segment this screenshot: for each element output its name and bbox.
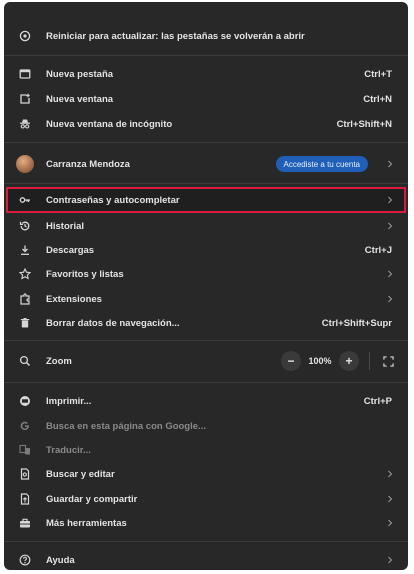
update-item[interactable]: Reiniciar para actualizar: las pestañas … [4,24,408,48]
passwords-item[interactable]: Contraseñas y autocompletar [4,188,408,212]
clear-data-item[interactable]: Borrar datos de navegación... Ctrl+Shift… [4,311,408,335]
update-label: Reiniciar para actualizar: las pestañas … [46,30,305,42]
chevron-right-icon [386,294,394,304]
bookmarks-label: Favoritos y listas [46,268,124,280]
help-label: Ayuda [46,554,75,566]
divider [4,382,408,383]
profile-name: Carranza Mendoza [46,158,130,170]
chevron-right-icon [386,269,394,279]
profile-item[interactable]: Carranza Mendoza Accediste a tu cuenta [4,151,408,177]
incognito-shortcut: Ctrl+Shift+N [336,118,392,130]
search-page-item[interactable]: Busca en esta página con Google... [4,414,408,438]
divider [4,142,408,143]
toolbox-icon [18,516,32,530]
save-share-label: Guardar y compartir [46,493,138,505]
save-share-item[interactable]: Guardar y compartir [4,487,408,511]
new-window-shortcut: Ctrl+N [363,93,392,105]
clear-data-shortcut: Ctrl+Shift+Supr [321,317,392,329]
extensions-item[interactable]: Extensiones [4,287,408,311]
divider [4,183,408,184]
downloads-shortcut: Ctrl+J [364,244,392,256]
downloads-item[interactable]: Descargas Ctrl+J [4,238,408,262]
zoom-icon [18,354,32,368]
restart-icon [18,29,32,43]
chevron-right-icon [386,195,394,205]
chevron-right-icon [386,159,394,169]
divider [4,340,408,341]
extension-icon [18,292,32,306]
new-window-label: Nueva ventana [46,93,114,105]
download-icon [18,243,32,257]
new-tab-shortcut: Ctrl+T [364,68,392,80]
zoom-level: 100% [308,356,332,366]
more-tools-item[interactable]: Más herramientas [4,511,408,535]
print-icon [18,394,32,408]
help-icon [18,553,32,567]
new-tab-label: Nueva pestaña [46,68,114,80]
translate-label: Traducir... [46,444,91,456]
signed-in-badge: Accediste a tu cuenta [275,156,368,172]
bookmarks-item[interactable]: Favoritos y listas [4,262,408,286]
zoom-in-button[interactable]: + [339,351,359,371]
chevron-right-icon [386,221,394,231]
star-icon [18,267,32,281]
chrome-main-menu: Reiniciar para actualizar: las pestañas … [4,2,408,570]
zoom-item: Zoom − 100% + [4,347,408,375]
avatar [16,155,34,173]
chevron-right-icon [386,555,394,565]
translate-icon [18,443,32,457]
more-tools-label: Más herramientas [46,517,127,529]
translate-item[interactable]: Traducir... [4,438,408,462]
divider [4,55,408,56]
chevron-right-icon [386,518,394,528]
google-icon [18,419,32,433]
new-window-icon [18,92,32,106]
history-item[interactable]: Historial [4,214,408,238]
search-page-label: Busca en esta página con Google... [46,420,206,432]
key-icon [18,193,32,207]
divider [369,352,370,370]
passwords-label: Contraseñas y autocompletar [46,194,180,206]
new-tab-item[interactable]: Nueva pestaña Ctrl+T [4,62,408,86]
help-item[interactable]: Ayuda [4,548,408,570]
zoom-out-button[interactable]: − [281,351,301,371]
zoom-controls: − 100% + [281,351,396,371]
zoom-label: Zoom [46,355,72,367]
print-label: Imprimir... [46,395,92,407]
find-edit-label: Buscar y editar [46,468,115,480]
extensions-label: Extensiones [46,293,102,305]
new-window-item[interactable]: Nueva ventana Ctrl+N [4,87,408,111]
incognito-item[interactable]: Nueva ventana de incógnito Ctrl+Shift+N [4,112,408,136]
chevron-right-icon [386,469,394,479]
incognito-label: Nueva ventana de incógnito [46,118,173,130]
history-icon [18,219,32,233]
find-icon [18,467,32,481]
print-shortcut: Ctrl+P [363,395,392,407]
history-label: Historial [46,220,85,232]
print-item[interactable]: Imprimir... Ctrl+P [4,389,408,413]
downloads-label: Descargas [46,244,95,256]
fullscreen-icon[interactable] [380,353,396,369]
save-share-icon [18,492,32,506]
find-edit-item[interactable]: Buscar y editar [4,462,408,486]
divider [4,541,408,542]
trash-icon [18,316,32,330]
incognito-icon [18,117,32,131]
new-tab-icon [18,67,32,81]
clear-data-label: Borrar datos de navegación... [46,317,180,329]
chevron-right-icon [386,494,394,504]
